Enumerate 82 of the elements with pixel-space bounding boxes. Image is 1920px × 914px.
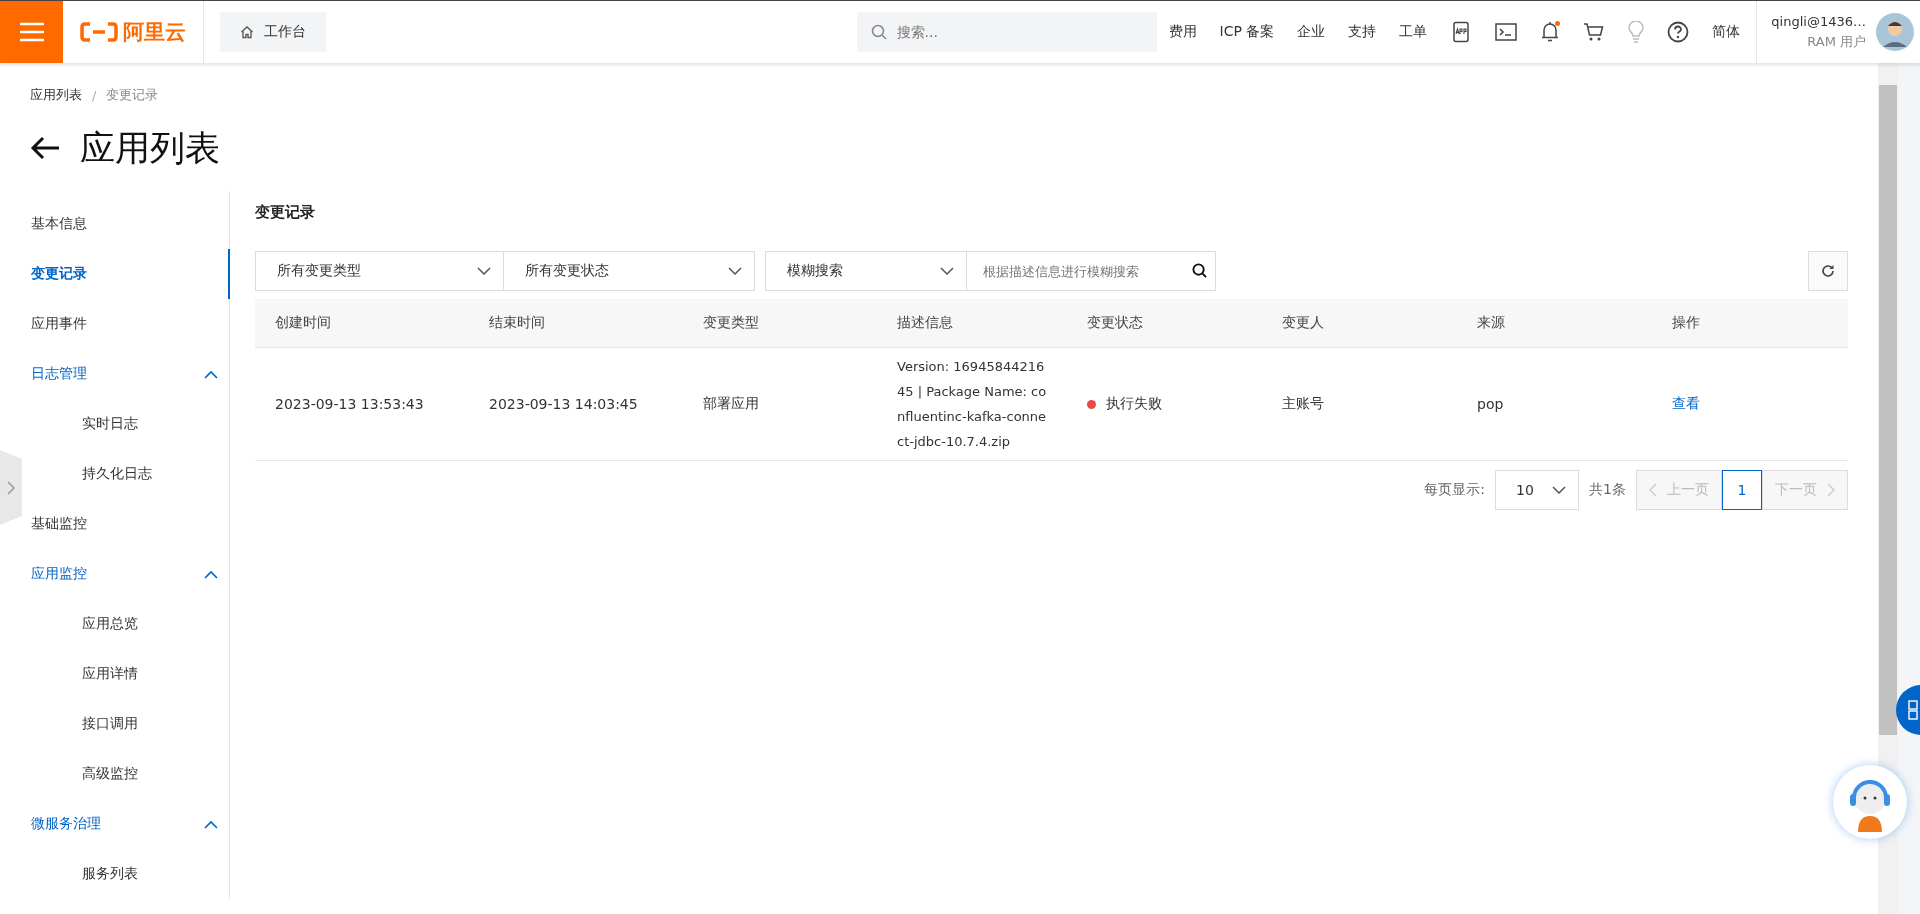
sidebar-subitem[interactable]: 服务列表 bbox=[22, 849, 230, 899]
nav-link[interactable]: 支持 bbox=[1348, 23, 1377, 41]
column-header: 结束时间 bbox=[469, 299, 683, 348]
nav-link[interactable]: 工单 bbox=[1399, 23, 1428, 41]
nav-link[interactable]: ICP 备案 bbox=[1219, 23, 1275, 41]
language-link[interactable]: 简体 bbox=[1712, 23, 1741, 41]
sidebar-item[interactable]: 基本信息 bbox=[22, 199, 230, 249]
scrollbar[interactable] bbox=[1878, 63, 1898, 914]
chevron-down-icon bbox=[477, 267, 491, 275]
table-cell: Version: 1694584421645 | Package Name: confluentinc-kafka-connect-jdbc-10.7.4.zip bbox=[877, 347, 1067, 461]
logo-bracket-icon bbox=[80, 22, 118, 42]
menu-icon bbox=[18, 22, 45, 42]
column-header: 变更状态 bbox=[1067, 299, 1262, 348]
table-cell: 部署应用 bbox=[683, 347, 877, 461]
chevron-icon bbox=[204, 819, 218, 829]
chevron-right-icon bbox=[1827, 483, 1835, 497]
search-field[interactable]: 搜索... bbox=[856, 12, 1157, 52]
breadcrumb-separator: / bbox=[92, 87, 97, 103]
sidebar-subitem[interactable]: 接口调用 bbox=[22, 699, 230, 749]
column-header: 来源 bbox=[1457, 299, 1652, 348]
view-link[interactable]: 查看 bbox=[1672, 395, 1700, 411]
assistant-robot-button[interactable] bbox=[1833, 765, 1907, 839]
home-icon bbox=[240, 25, 254, 39]
sidebar-subitem[interactable]: 应用详情 bbox=[22, 649, 230, 699]
column-header: 变更人 bbox=[1262, 299, 1457, 348]
table-cell: pop bbox=[1457, 347, 1652, 461]
page-size-select[interactable]: 10 bbox=[1495, 470, 1580, 510]
help-icon[interactable] bbox=[1667, 21, 1690, 43]
cart-icon[interactable] bbox=[1583, 22, 1606, 42]
user-menu[interactable]: qingli@1436… RAM 用户 bbox=[1756, 1, 1920, 63]
search-mode-select[interactable]: 模糊搜索 bbox=[765, 251, 966, 291]
bell-icon[interactable] bbox=[1540, 21, 1561, 43]
breadcrumb-link[interactable]: 变更记录 bbox=[106, 86, 159, 104]
chevron-down-icon bbox=[940, 267, 954, 275]
description-search-field[interactable]: 根据描述信息进行模糊搜索 bbox=[966, 251, 1216, 291]
table-cell: 2023-09-13 14:03:45 bbox=[469, 347, 683, 461]
column-header: 描述信息 bbox=[877, 299, 1067, 348]
sidebar-item[interactable]: 应用事件 bbox=[22, 299, 230, 349]
sidebar-subitem[interactable]: 实时日志 bbox=[22, 399, 230, 449]
sidebar-subitem[interactable]: 高级监控 bbox=[22, 749, 230, 799]
sidebar-item[interactable]: 变更记录 bbox=[22, 249, 230, 299]
total-count: 共1条 bbox=[1589, 481, 1626, 499]
page-size-label: 每页显示: bbox=[1424, 481, 1486, 499]
refresh-icon bbox=[1821, 264, 1835, 278]
page-button[interactable]: 1 bbox=[1722, 470, 1762, 510]
change-status-select[interactable]: 所有变更状态 bbox=[504, 251, 755, 291]
avatar-icon bbox=[1876, 13, 1914, 51]
search-icon bbox=[1192, 263, 1207, 278]
refresh-button[interactable] bbox=[1808, 251, 1848, 291]
sidebar-item[interactable]: 日志管理 bbox=[22, 349, 230, 399]
page-title: 应用列表 bbox=[80, 126, 220, 170]
user-name: qingli@1436… bbox=[1771, 13, 1866, 31]
breadcrumb-link[interactable]: 应用列表 bbox=[30, 86, 82, 104]
change-type-select[interactable]: 所有变更类型 bbox=[255, 251, 504, 291]
search-icon bbox=[870, 24, 887, 40]
chevron-icon bbox=[204, 569, 218, 579]
table-cell: 2023-09-13 13:53:43 bbox=[255, 347, 469, 461]
chevron-down-icon bbox=[1552, 486, 1567, 494]
sidebar-subitem[interactable]: 应用总览 bbox=[22, 599, 230, 649]
sidebar-item[interactable]: 微服务治理 bbox=[22, 799, 230, 849]
terminal-icon[interactable] bbox=[1495, 23, 1518, 41]
chevron-right-icon bbox=[7, 480, 15, 495]
logo-text: 阿里云 bbox=[123, 19, 186, 46]
workbench-button[interactable]: 工作台 bbox=[220, 12, 326, 52]
sidebar-item[interactable]: 基础监控 bbox=[22, 499, 230, 549]
chevron-left-icon bbox=[1649, 483, 1657, 497]
menu-button[interactable] bbox=[0, 1, 63, 63]
sidebar-subitem[interactable]: 持久化日志 bbox=[22, 449, 230, 499]
back-arrow-icon[interactable] bbox=[30, 136, 60, 160]
table-cell: 主账号 bbox=[1262, 347, 1457, 461]
column-header: 操作 bbox=[1652, 299, 1848, 348]
section-title: 变更记录 bbox=[255, 201, 316, 223]
status-text: 执行失败 bbox=[1106, 395, 1162, 413]
squares-icon bbox=[1908, 700, 1918, 720]
chevron-icon bbox=[204, 369, 218, 379]
column-header: 变更类型 bbox=[683, 299, 877, 348]
nav-link[interactable]: 企业 bbox=[1297, 23, 1326, 41]
chevron-down-icon bbox=[728, 267, 742, 275]
sidebar-item[interactable]: 应用监控 bbox=[22, 549, 230, 599]
nav-link[interactable]: 费用 bbox=[1168, 23, 1197, 41]
user-role: RAM 用户 bbox=[1807, 33, 1866, 51]
column-header: 创建时间 bbox=[255, 299, 469, 348]
